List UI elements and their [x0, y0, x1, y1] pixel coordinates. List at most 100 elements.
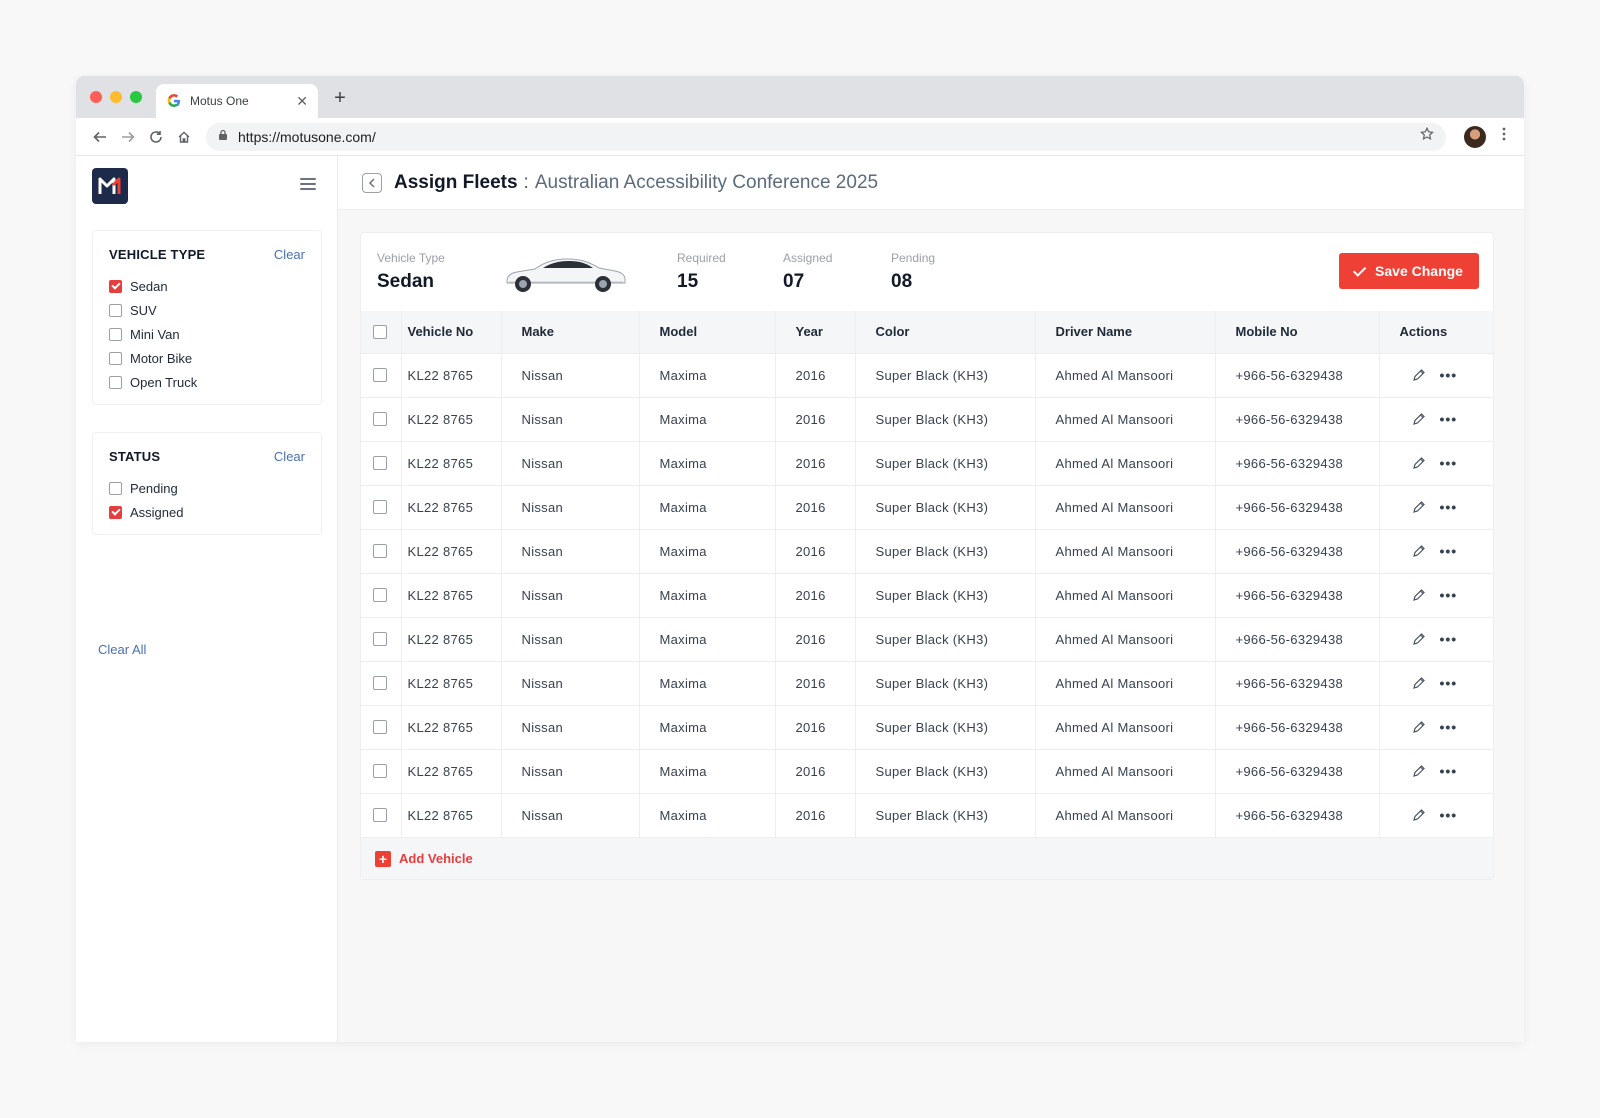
url-field[interactable]: https://motusone.com/	[206, 122, 1446, 151]
edit-pencil-icon[interactable]	[1412, 720, 1426, 734]
row-checkbox[interactable]	[373, 720, 387, 734]
row-checkbox[interactable]	[373, 456, 387, 470]
more-options-icon[interactable]: •••	[1440, 411, 1458, 427]
select-all-checkbox[interactable]	[373, 324, 387, 339]
col-year[interactable]: Year	[775, 311, 856, 353]
row-checkbox[interactable]	[373, 412, 387, 426]
status-option[interactable]: Assigned	[109, 500, 305, 524]
row-select-cell	[361, 617, 402, 661]
row-checkbox[interactable]	[373, 632, 387, 646]
actions-cell: •••	[1379, 529, 1493, 573]
table-row[interactable]: KL22 8765 Nissan Maxima 2016 Super Black (KH…	[361, 705, 1493, 749]
row-checkbox[interactable]	[373, 588, 387, 602]
minimize-window-button[interactable]	[110, 91, 122, 103]
table-row[interactable]: KL22 8765 Nissan Maxima 2016 Super Black (KH…	[361, 749, 1493, 793]
back-button[interactable]	[362, 172, 382, 193]
vehicle-type-clear-link[interactable]: Clear	[274, 247, 305, 262]
vehicle-type-checkbox[interactable]	[109, 327, 122, 341]
edit-pencil-icon[interactable]	[1412, 368, 1426, 382]
more-options-icon[interactable]: •••	[1440, 763, 1458, 779]
assigned-stat: Assigned 07	[783, 251, 832, 293]
close-window-button[interactable]	[90, 91, 102, 103]
profile-avatar[interactable]	[1464, 125, 1486, 148]
motus-logo-icon[interactable]	[92, 168, 128, 204]
save-change-button[interactable]: Save Change	[1339, 253, 1479, 289]
browser-tab[interactable]: Motus One ✕	[156, 84, 318, 118]
status-option[interactable]: Pending	[109, 476, 305, 500]
vehicle-type-option[interactable]: SUV	[109, 298, 305, 322]
edit-pencil-icon[interactable]	[1412, 676, 1426, 690]
back-arrow-icon[interactable]	[86, 123, 114, 151]
vehicle-type-option[interactable]: Open Truck	[109, 370, 305, 394]
browser-menu-icon[interactable]	[1494, 127, 1514, 146]
edit-pencil-icon[interactable]	[1412, 412, 1426, 426]
table-row[interactable]: KL22 8765 Nissan Maxima 2016 Super Black (KH…	[361, 441, 1493, 485]
clear-all-link[interactable]: Clear All	[98, 642, 146, 657]
maximize-window-button[interactable]	[130, 91, 142, 103]
col-driver-name[interactable]: Driver Name	[1035, 311, 1216, 353]
new-tab-button[interactable]: +	[328, 86, 352, 110]
table-row[interactable]: KL22 8765 Nissan Maxima 2016 Super Black (KH…	[361, 353, 1493, 397]
row-checkbox[interactable]	[373, 544, 387, 558]
vehicle-type-checkbox[interactable]	[109, 279, 122, 293]
home-icon[interactable]	[170, 123, 198, 151]
check-icon	[1352, 262, 1367, 277]
vehicle-type-option[interactable]: Mini Van	[109, 322, 305, 346]
hamburger-menu-icon[interactable]	[300, 178, 316, 190]
more-options-icon[interactable]: •••	[1440, 367, 1458, 383]
col-make[interactable]: Make	[501, 311, 640, 353]
more-options-icon[interactable]: •••	[1440, 587, 1458, 603]
vehicle-type-checkbox[interactable]	[109, 375, 122, 389]
vehicle-type-option-label: Motor Bike	[130, 350, 193, 366]
col-model[interactable]: Model	[639, 311, 776, 353]
vehicle-no-cell: KL22 8765	[401, 397, 502, 441]
more-options-icon[interactable]: •••	[1440, 675, 1458, 691]
vehicle-type-option[interactable]: Motor Bike	[109, 346, 305, 370]
vehicle-type-checkbox[interactable]	[109, 351, 122, 365]
tab-close-icon[interactable]: ✕	[296, 93, 308, 110]
color-cell: Super Black (KH3)	[855, 397, 1036, 441]
table-row[interactable]: KL22 8765 Nissan Maxima 2016 Super Black (KH…	[361, 397, 1493, 441]
more-options-icon[interactable]: •••	[1440, 543, 1458, 559]
row-checkbox[interactable]	[373, 808, 387, 823]
vehicle-no-cell: KL22 8765	[401, 749, 502, 793]
edit-pencil-icon[interactable]	[1412, 764, 1426, 778]
make-cell: Nissan	[501, 441, 640, 485]
col-mobile-no[interactable]: Mobile No	[1215, 311, 1380, 353]
edit-pencil-icon[interactable]	[1412, 632, 1426, 646]
table-row[interactable]: KL22 8765 Nissan Maxima 2016 Super Black (KH…	[361, 485, 1493, 529]
more-options-icon[interactable]: •••	[1440, 499, 1458, 515]
year-cell: 2016	[775, 617, 856, 661]
reload-icon[interactable]	[142, 123, 170, 151]
more-options-icon[interactable]: •••	[1440, 631, 1458, 647]
col-color[interactable]: Color	[855, 311, 1036, 353]
edit-pencil-icon[interactable]	[1412, 456, 1426, 470]
more-options-icon[interactable]: •••	[1440, 719, 1458, 735]
table-row[interactable]: KL22 8765 Nissan Maxima 2016 Super Black (KH…	[361, 573, 1493, 617]
more-options-icon[interactable]: •••	[1440, 807, 1458, 823]
row-checkbox[interactable]	[373, 764, 387, 778]
more-options-icon[interactable]: •••	[1440, 455, 1458, 471]
vehicle-type-option[interactable]: Sedan	[109, 274, 305, 298]
row-checkbox[interactable]	[373, 500, 387, 514]
row-select-cell	[361, 529, 402, 573]
bookmark-star-icon[interactable]	[1420, 126, 1434, 146]
edit-pencil-icon[interactable]	[1412, 500, 1426, 514]
edit-pencil-icon[interactable]	[1412, 808, 1426, 822]
row-checkbox[interactable]	[373, 676, 387, 690]
edit-pencil-icon[interactable]	[1412, 544, 1426, 558]
status-checkbox[interactable]	[109, 481, 122, 495]
status-clear-link[interactable]: Clear	[274, 449, 305, 464]
row-checkbox[interactable]	[373, 368, 387, 382]
edit-pencil-icon[interactable]	[1412, 588, 1426, 602]
address-bar: https://motusone.com/	[76, 118, 1524, 156]
table-row[interactable]: KL22 8765 Nissan Maxima 2016 Super Black (KH…	[361, 793, 1493, 837]
forward-arrow-icon[interactable]	[114, 123, 142, 151]
status-checkbox[interactable]	[109, 505, 122, 519]
vehicle-type-checkbox[interactable]	[109, 303, 122, 317]
table-row[interactable]: KL22 8765 Nissan Maxima 2016 Super Black (KH…	[361, 529, 1493, 573]
col-vehicle-no[interactable]: Vehicle No	[401, 311, 502, 353]
table-row[interactable]: KL22 8765 Nissan Maxima 2016 Super Black (KH…	[361, 661, 1493, 705]
table-row[interactable]: KL22 8765 Nissan Maxima 2016 Super Black (KH…	[361, 617, 1493, 661]
add-vehicle-button[interactable]: + Add Vehicle	[375, 850, 473, 867]
